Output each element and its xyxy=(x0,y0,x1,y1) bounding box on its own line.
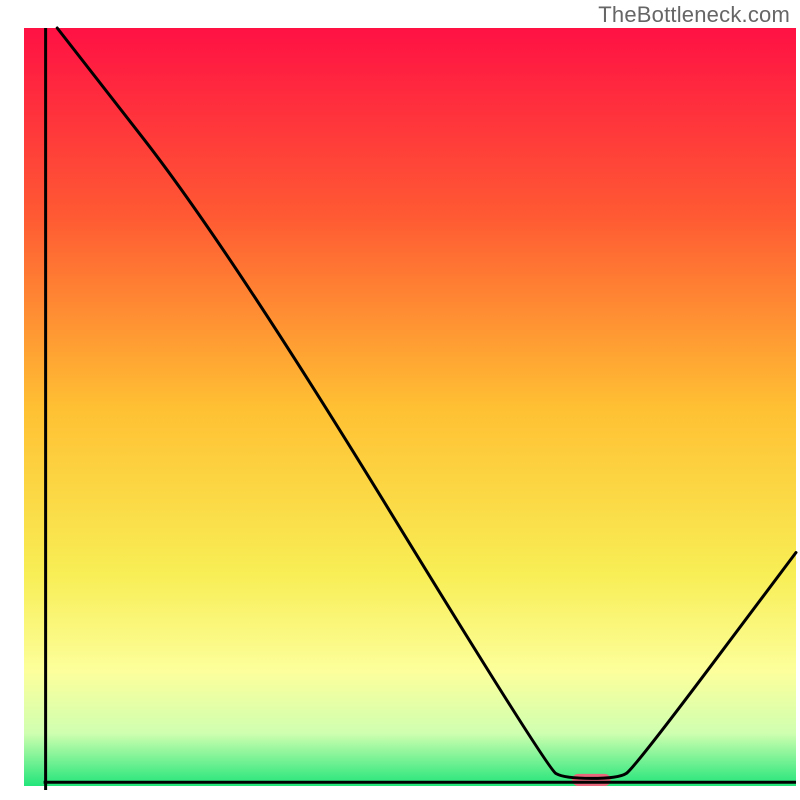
optimal-marker xyxy=(572,774,611,786)
chart-svg xyxy=(0,0,800,800)
bottleneck-chart: TheBottleneck.com xyxy=(0,0,800,800)
plot-background xyxy=(24,28,796,786)
watermark-text: TheBottleneck.com xyxy=(598,2,790,28)
